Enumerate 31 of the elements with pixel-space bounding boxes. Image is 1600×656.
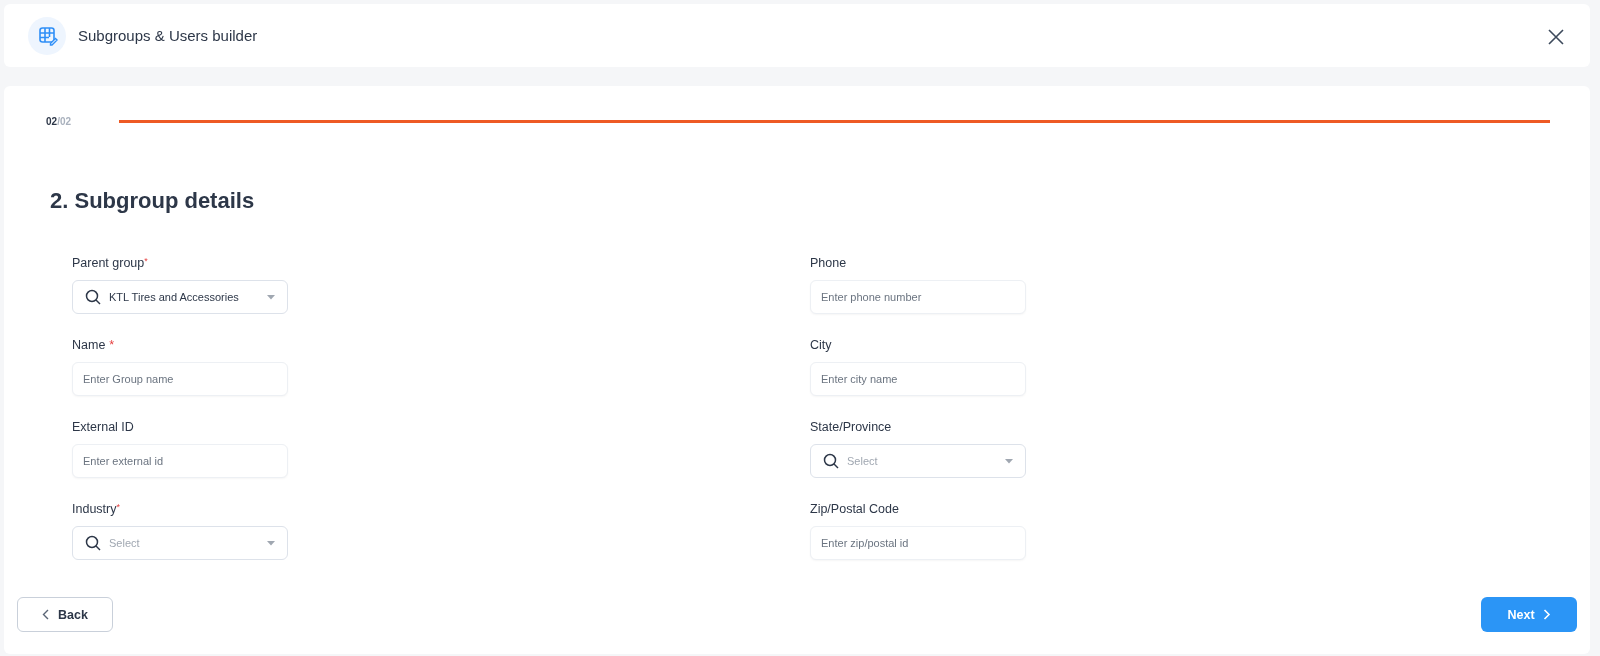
section-title: 2. Subgroup details (50, 188, 256, 214)
header-title: Subgroups & Users builder (78, 27, 259, 44)
table-edit-icon (36, 25, 58, 46)
search-icon (85, 289, 101, 305)
field-label: Parent group* (72, 256, 149, 271)
field-label: Zip/Postal Code (810, 502, 900, 517)
search-icon (823, 453, 839, 469)
next-button[interactable]: Next (1481, 597, 1577, 632)
input-field[interactable]: Enter city name (810, 362, 1026, 396)
search-icon (85, 535, 101, 551)
input-field[interactable]: Enter Group name (72, 362, 288, 396)
select-field[interactable]: Select (72, 526, 288, 560)
step-counter: 02/02 (46, 115, 73, 127)
input-field[interactable]: Enter external id (72, 444, 288, 478)
field-label: Name * (72, 338, 116, 353)
field-label: State/Province (810, 420, 893, 435)
input-field[interactable]: Enter phone number (810, 280, 1026, 314)
back-button[interactable]: Back (17, 597, 113, 632)
input-field[interactable]: Enter zip/postal id (810, 526, 1026, 560)
field-label: Industry* (72, 502, 121, 517)
field-label: External ID (72, 420, 135, 435)
chevron-left-icon (42, 609, 51, 620)
select-field[interactable]: Select (810, 444, 1026, 478)
chevron-right-icon (1542, 609, 1551, 620)
caret-icon (267, 294, 275, 300)
select-field[interactable]: KTL Tires and Accessories (72, 280, 288, 314)
close-icon (1546, 26, 1564, 45)
field-label: Phone (810, 256, 848, 271)
caret-icon (267, 540, 275, 546)
field-label: City (810, 338, 833, 353)
caret-icon (1005, 458, 1013, 464)
